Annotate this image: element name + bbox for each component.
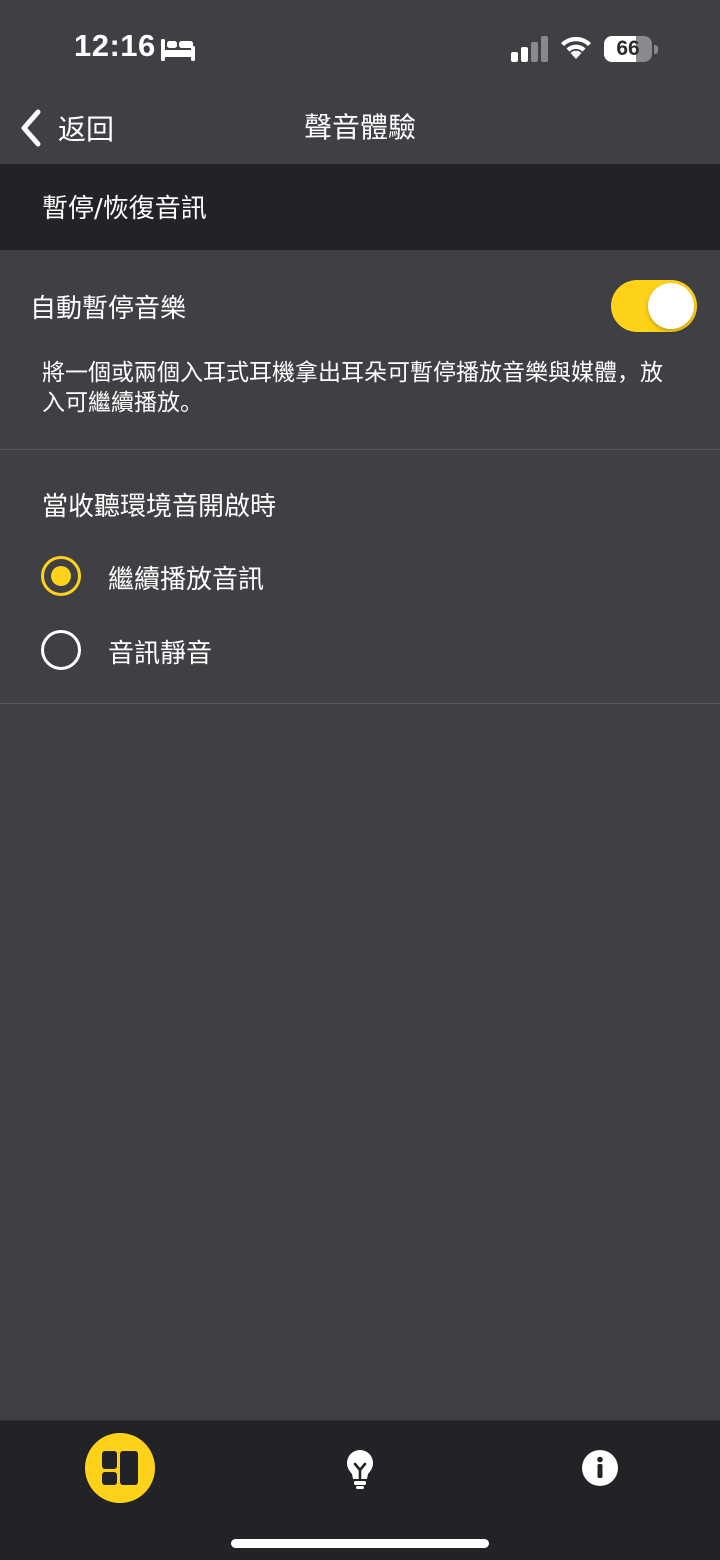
lightbulb-icon [347,1450,373,1489]
status-time: 12:16 [74,28,156,63]
chevron-left-icon [21,109,41,147]
auto-pause-toggle[interactable] [611,280,697,332]
section-header: 暫停/恢復音訊 [0,164,720,250]
radio-option-mute-audio[interactable]: 音訊靜音 [0,615,720,685]
battery-level: 66 [616,37,640,60]
tab-tips[interactable] [325,1433,395,1503]
tab-dashboard[interactable] [85,1433,155,1503]
auto-pause-label: 自動暫停音樂 [30,294,187,324]
dashboard-icon [102,1451,138,1485]
home-indicator [231,1539,489,1548]
wifi-icon [561,36,591,59]
screen: 12:16 66 聲音體驗 返回 暫停/恢復音訊 自動暫停音樂 將一個或兩個入耳… [0,0,720,1560]
radio-option-continue-audio[interactable]: 繼續播放音訊 [0,541,720,611]
tab-bar [0,1420,720,1560]
radio-unselected-icon [41,630,81,670]
bed-icon [161,39,195,61]
tab-info[interactable] [565,1433,635,1503]
back-button[interactable]: 返回 [16,106,114,150]
cellular-signal-icon [511,36,548,62]
divider [0,703,720,704]
radio-option-label: 繼續播放音訊 [108,565,265,595]
status-bar: 12:16 66 [0,0,720,100]
nav-bar: 聲音體驗 返回 [0,100,720,164]
section-header-title: 暫停/恢復音訊 [42,194,207,224]
radio-option-label: 音訊靜音 [108,639,213,669]
toggle-knob [648,283,694,329]
battery-icon: 66 [604,36,658,62]
auto-pause-description: 將一個或兩個入耳式耳機拿出耳朵可暫停播放音樂與媒體，放入可繼續播放。 [42,360,663,416]
back-label: 返回 [58,113,115,146]
auto-pause-row: 自動暫停音樂 將一個或兩個入耳式耳機拿出耳朵可暫停播放音樂與媒體，放入可繼續播放… [0,250,720,450]
info-icon [582,1450,618,1486]
divider [0,449,720,450]
radio-selected-icon [41,556,81,596]
ambient-section-title: 當收聽環境音開啟時 [42,492,277,522]
